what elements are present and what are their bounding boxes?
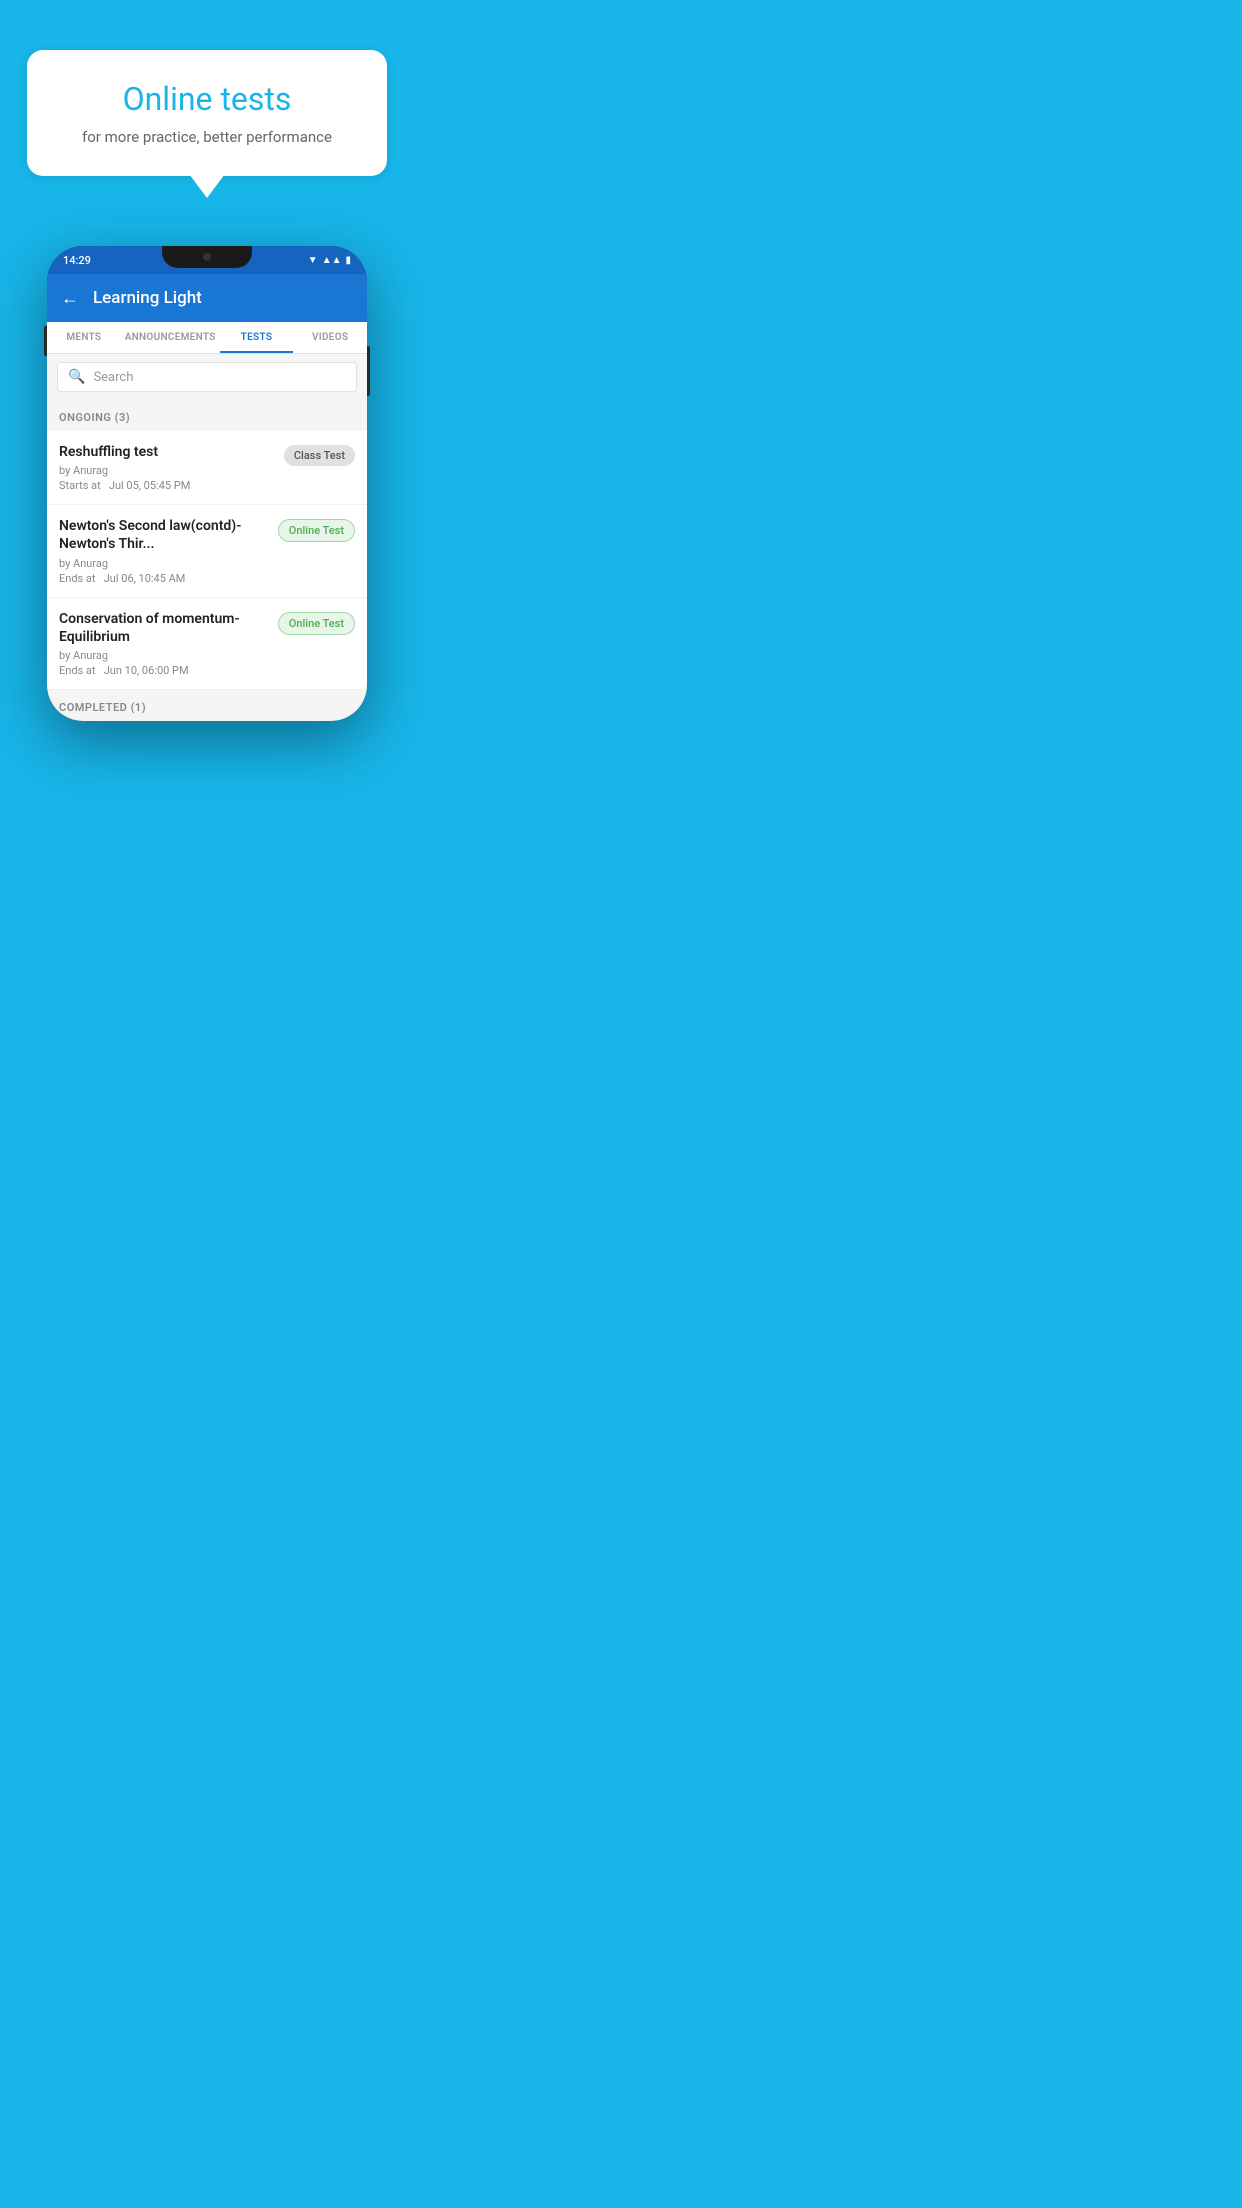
phone-outer: 14:29 ▼ ▲▲ ▮ ← Learning Light MENTS ANNO… bbox=[47, 246, 367, 721]
app-header: ← Learning Light bbox=[47, 274, 367, 322]
back-button[interactable]: ← bbox=[61, 288, 79, 309]
status-time: 14:29 bbox=[63, 254, 91, 267]
time-label: Ends at bbox=[59, 572, 96, 585]
tab-ments[interactable]: MENTS bbox=[47, 322, 121, 353]
time-value: Jun 10, 06:00 PM bbox=[104, 664, 189, 677]
test-time: Starts at Jul 05, 05:45 PM bbox=[59, 479, 276, 492]
list-item[interactable]: Reshuffling test by Anurag Starts at Jul… bbox=[47, 431, 367, 505]
test-author: by Anurag bbox=[59, 464, 276, 477]
tab-tests[interactable]: TESTS bbox=[220, 322, 294, 353]
search-placeholder: Search bbox=[93, 370, 133, 385]
signal-icon: ▲▲ bbox=[322, 255, 342, 266]
app-title: Learning Light bbox=[93, 288, 202, 308]
ongoing-label: ONGOING (3) bbox=[59, 411, 130, 424]
search-container: 🔍 Search bbox=[47, 354, 367, 400]
completed-label: COMPLETED (1) bbox=[59, 701, 146, 714]
list-item[interactable]: Conservation of momentum-Equilibrium by … bbox=[47, 598, 367, 690]
phone: 14:29 ▼ ▲▲ ▮ ← Learning Light MENTS ANNO… bbox=[47, 246, 367, 721]
test-name: Reshuffling test bbox=[59, 443, 276, 461]
side-button-right bbox=[367, 346, 370, 396]
test-time: Ends at Jun 10, 06:00 PM bbox=[59, 664, 270, 677]
test-author: by Anurag bbox=[59, 649, 270, 662]
search-bar[interactable]: 🔍 Search bbox=[57, 362, 357, 392]
test-list: Reshuffling test by Anurag Starts at Jul… bbox=[47, 431, 367, 690]
phone-wrapper: 14:29 ▼ ▲▲ ▮ ← Learning Light MENTS ANNO… bbox=[0, 246, 414, 721]
ongoing-section-header: ONGOING (3) bbox=[47, 400, 367, 431]
time-label: Ends at bbox=[59, 664, 96, 677]
test-time: Ends at Jul 06, 10:45 AM bbox=[59, 572, 270, 585]
time-value: Jul 06, 10:45 AM bbox=[104, 572, 186, 585]
tab-videos[interactable]: VIDEOS bbox=[293, 322, 367, 353]
battery-icon: ▮ bbox=[345, 255, 351, 266]
completed-section-header: COMPLETED (1) bbox=[47, 690, 367, 721]
test-name: Newton's Second law(contd)-Newton's Thir… bbox=[59, 517, 270, 553]
test-info: Newton's Second law(contd)-Newton's Thir… bbox=[59, 517, 270, 584]
wifi-icon: ▼ bbox=[308, 255, 318, 266]
search-icon: 🔍 bbox=[68, 369, 85, 385]
hero-section: Online tests for more practice, better p… bbox=[0, 0, 414, 196]
test-name: Conservation of momentum-Equilibrium bbox=[59, 610, 270, 646]
list-item[interactable]: Newton's Second law(contd)-Newton's Thir… bbox=[47, 505, 367, 597]
status-icons: ▼ ▲▲ ▮ bbox=[308, 255, 351, 266]
test-info: Reshuffling test by Anurag Starts at Jul… bbox=[59, 443, 276, 492]
test-badge: Online Test bbox=[278, 519, 355, 542]
test-badge: Class Test bbox=[284, 445, 355, 466]
test-info: Conservation of momentum-Equilibrium by … bbox=[59, 610, 270, 677]
time-value: Jul 05, 05:45 PM bbox=[109, 479, 190, 492]
notch bbox=[162, 246, 252, 268]
test-author: by Anurag bbox=[59, 557, 270, 570]
speech-bubble: Online tests for more practice, better p… bbox=[27, 50, 387, 176]
bubble-title: Online tests bbox=[55, 80, 359, 118]
tabs: MENTS ANNOUNCEMENTS TESTS VIDEOS bbox=[47, 322, 367, 354]
bubble-subtitle: for more practice, better performance bbox=[55, 128, 359, 146]
test-badge: Online Test bbox=[278, 612, 355, 635]
tab-announcements[interactable]: ANNOUNCEMENTS bbox=[121, 322, 220, 353]
camera bbox=[203, 253, 211, 261]
time-label: Starts at bbox=[59, 479, 101, 492]
